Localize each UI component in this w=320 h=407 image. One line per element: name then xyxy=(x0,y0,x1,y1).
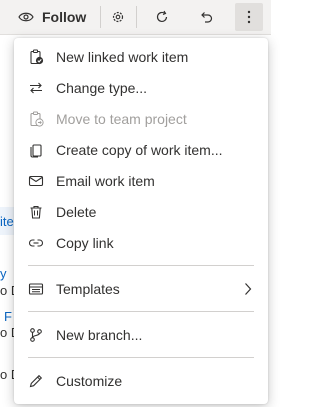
menu-item-label: Delete xyxy=(56,204,97,220)
menu-item-label: Move to team project xyxy=(56,111,187,127)
template-icon xyxy=(28,281,44,297)
branch-icon xyxy=(28,327,44,343)
menu-divider xyxy=(28,311,254,312)
undo-icon xyxy=(199,10,213,24)
menu-item-new-linked-work-item[interactable]: New linked work item xyxy=(14,42,268,72)
menu-item-label: New linked work item xyxy=(56,49,189,65)
background-text: F xyxy=(4,309,12,324)
menu-item-templates[interactable]: Templates xyxy=(14,274,268,304)
menu-item-label: Customize xyxy=(56,373,123,389)
work-item-toolbar: Follow xyxy=(0,0,271,35)
refresh-button[interactable] xyxy=(148,3,176,31)
trash-icon xyxy=(28,204,44,220)
menu-item-label: Change type... xyxy=(56,80,148,96)
more-actions-button[interactable] xyxy=(235,3,263,31)
menu-item-create-copy[interactable]: Create copy of work item... xyxy=(14,135,268,165)
gear-icon xyxy=(111,10,125,24)
copy-icon xyxy=(28,142,44,158)
more-vertical-icon xyxy=(247,10,251,24)
swap-arrows-icon xyxy=(28,80,44,96)
menu-item-label: Templates xyxy=(56,281,120,297)
pencil-icon xyxy=(28,373,44,389)
eye-icon xyxy=(18,11,34,23)
toolbar-divider xyxy=(100,6,101,28)
follow-label: Follow xyxy=(42,9,87,25)
background-text: y xyxy=(0,266,7,281)
menu-item-label: Copy link xyxy=(56,235,114,251)
undo-button[interactable] xyxy=(192,3,220,31)
mail-icon xyxy=(28,173,44,189)
menu-item-email-work-item[interactable]: Email work item xyxy=(14,166,268,196)
menu-divider xyxy=(28,357,254,358)
more-actions-menu: New linked work item Change type... Move… xyxy=(14,38,268,404)
menu-item-customize[interactable]: Customize xyxy=(14,366,268,396)
menu-item-change-type[interactable]: Change type... xyxy=(14,73,268,103)
menu-item-label: Email work item xyxy=(56,173,155,189)
menu-item-label: New branch... xyxy=(56,327,143,343)
follow-button[interactable]: Follow xyxy=(8,4,98,30)
menu-divider xyxy=(28,265,254,266)
menu-item-label: Create copy of work item... xyxy=(56,142,223,158)
menu-item-delete[interactable]: Delete xyxy=(14,197,268,227)
toolbar-divider xyxy=(136,6,137,28)
refresh-icon xyxy=(155,10,169,24)
settings-button[interactable] xyxy=(104,3,132,31)
link-icon xyxy=(28,235,44,251)
menu-item-new-branch[interactable]: New branch... xyxy=(14,320,268,350)
background-text: ite xyxy=(0,214,14,229)
menu-item-copy-link[interactable]: Copy link xyxy=(14,228,268,258)
new-linked-item-icon xyxy=(28,49,44,65)
chevron-right-icon xyxy=(244,282,252,296)
menu-item-move-to-team-project: Move to team project xyxy=(14,104,268,134)
move-project-icon xyxy=(28,111,44,127)
